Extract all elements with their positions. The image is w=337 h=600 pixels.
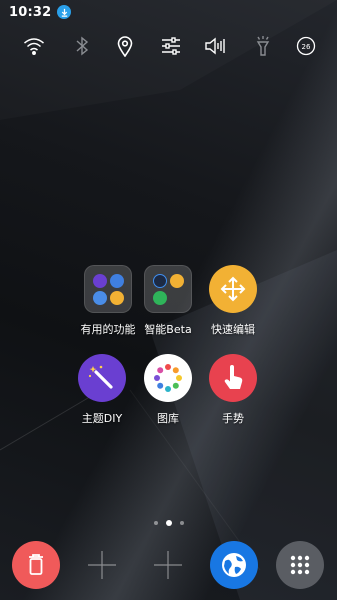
page-dot[interactable] bbox=[179, 521, 184, 525]
download-icon bbox=[57, 5, 72, 19]
auto-brightness-icon[interactable]: 26 bbox=[294, 34, 318, 58]
app-label: 手势 bbox=[222, 412, 244, 425]
location-icon[interactable] bbox=[113, 34, 137, 58]
add-slot-icon[interactable] bbox=[78, 541, 126, 589]
recycle-bin-icon[interactable] bbox=[12, 541, 60, 589]
folder-icon bbox=[84, 265, 132, 313]
app-theme-diy[interactable]: 主题DIY bbox=[67, 354, 137, 426]
move-arrows-icon bbox=[110, 291, 124, 305]
app-smart-beta[interactable]: 智能Beta bbox=[133, 265, 203, 337]
clock: 10:32 bbox=[9, 4, 52, 20]
app-label: 快速编辑 bbox=[211, 323, 255, 336]
page-dot[interactable] bbox=[153, 521, 158, 525]
magic-wand-icon bbox=[78, 354, 126, 402]
quick-toggle-bar: 26 bbox=[0, 34, 337, 58]
magic-wand-icon bbox=[93, 274, 107, 288]
wifi-icon[interactable] bbox=[22, 34, 46, 58]
flag-icon bbox=[153, 291, 167, 305]
gallery-flower-icon bbox=[144, 354, 192, 402]
app-quick-edit[interactable]: 快速编辑 bbox=[198, 265, 268, 337]
bluetooth-icon[interactable] bbox=[70, 34, 94, 58]
app-drawer-icon[interactable] bbox=[276, 541, 324, 589]
refresh-icon bbox=[153, 274, 167, 288]
clipboard-icon bbox=[170, 274, 184, 288]
page-dot-active[interactable] bbox=[165, 520, 172, 526]
status-bar: 10:32 bbox=[0, 0, 337, 24]
flashlight-icon[interactable] bbox=[251, 34, 275, 58]
gesture-hand-icon bbox=[209, 354, 257, 402]
page-indicator[interactable] bbox=[0, 520, 337, 526]
folder-icon bbox=[144, 265, 192, 313]
app-label: 主题DIY bbox=[81, 412, 123, 425]
app-label: 智能Beta bbox=[144, 323, 192, 336]
sound-icon[interactable] bbox=[204, 34, 228, 58]
add-slot-icon[interactable] bbox=[144, 541, 192, 589]
settings-sliders-icon[interactable] bbox=[159, 34, 183, 58]
brightness-level: 26 bbox=[302, 43, 311, 51]
app-gallery[interactable]: 图库 bbox=[133, 354, 203, 426]
move-arrows-icon bbox=[209, 265, 257, 313]
app-label: 图库 bbox=[157, 412, 179, 425]
recycle-bin-icon bbox=[110, 274, 124, 288]
app-gestures[interactable]: 手势 bbox=[198, 354, 268, 426]
gallery-icon bbox=[93, 291, 107, 305]
browser-globe-icon[interactable] bbox=[210, 541, 258, 589]
